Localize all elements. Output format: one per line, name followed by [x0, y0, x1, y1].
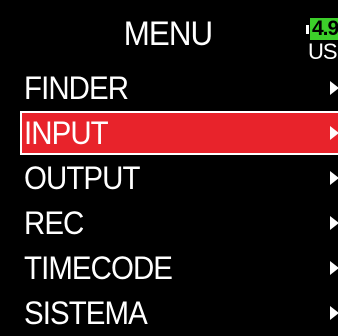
menu-item-finder[interactable]: FINDER	[20, 66, 338, 110]
menu-item-label: OUTPUT	[24, 160, 140, 196]
menu-item-label: TIMECODE	[24, 250, 173, 286]
menu-item-label: FINDER	[24, 70, 129, 106]
chevron-right-icon	[330, 261, 338, 275]
chevron-right-icon	[330, 306, 338, 320]
device-screen: MENU 4.9 USB FINDER INPUT OUTPUT REC TIM…	[0, 0, 338, 336]
power-source-label: USB	[308, 39, 338, 64]
menu-item-label: SISTEMA	[24, 295, 148, 331]
menu-item-output[interactable]: OUTPUT	[20, 156, 338, 200]
battery-icon	[306, 25, 309, 34]
battery-indicator: 4.9 USB	[306, 18, 338, 66]
chevron-right-icon	[330, 126, 338, 140]
main-menu: FINDER INPUT OUTPUT REC TIMECODE SISTEMA	[20, 66, 338, 336]
page-title: MENU	[123, 15, 213, 53]
menu-item-sistema[interactable]: SISTEMA	[20, 291, 338, 335]
chevron-right-icon	[330, 81, 338, 95]
chevron-right-icon	[330, 216, 338, 230]
header-bar: MENU 4.9 USB	[0, 0, 338, 66]
menu-item-input[interactable]: INPUT	[20, 111, 338, 155]
menu-item-label: INPUT	[24, 115, 109, 151]
menu-item-timecode[interactable]: TIMECODE	[20, 246, 338, 290]
chevron-right-icon	[330, 171, 338, 185]
menu-item-rec[interactable]: REC	[20, 201, 338, 245]
battery-level: 4.9	[310, 18, 338, 40]
menu-item-label: REC	[24, 205, 84, 241]
